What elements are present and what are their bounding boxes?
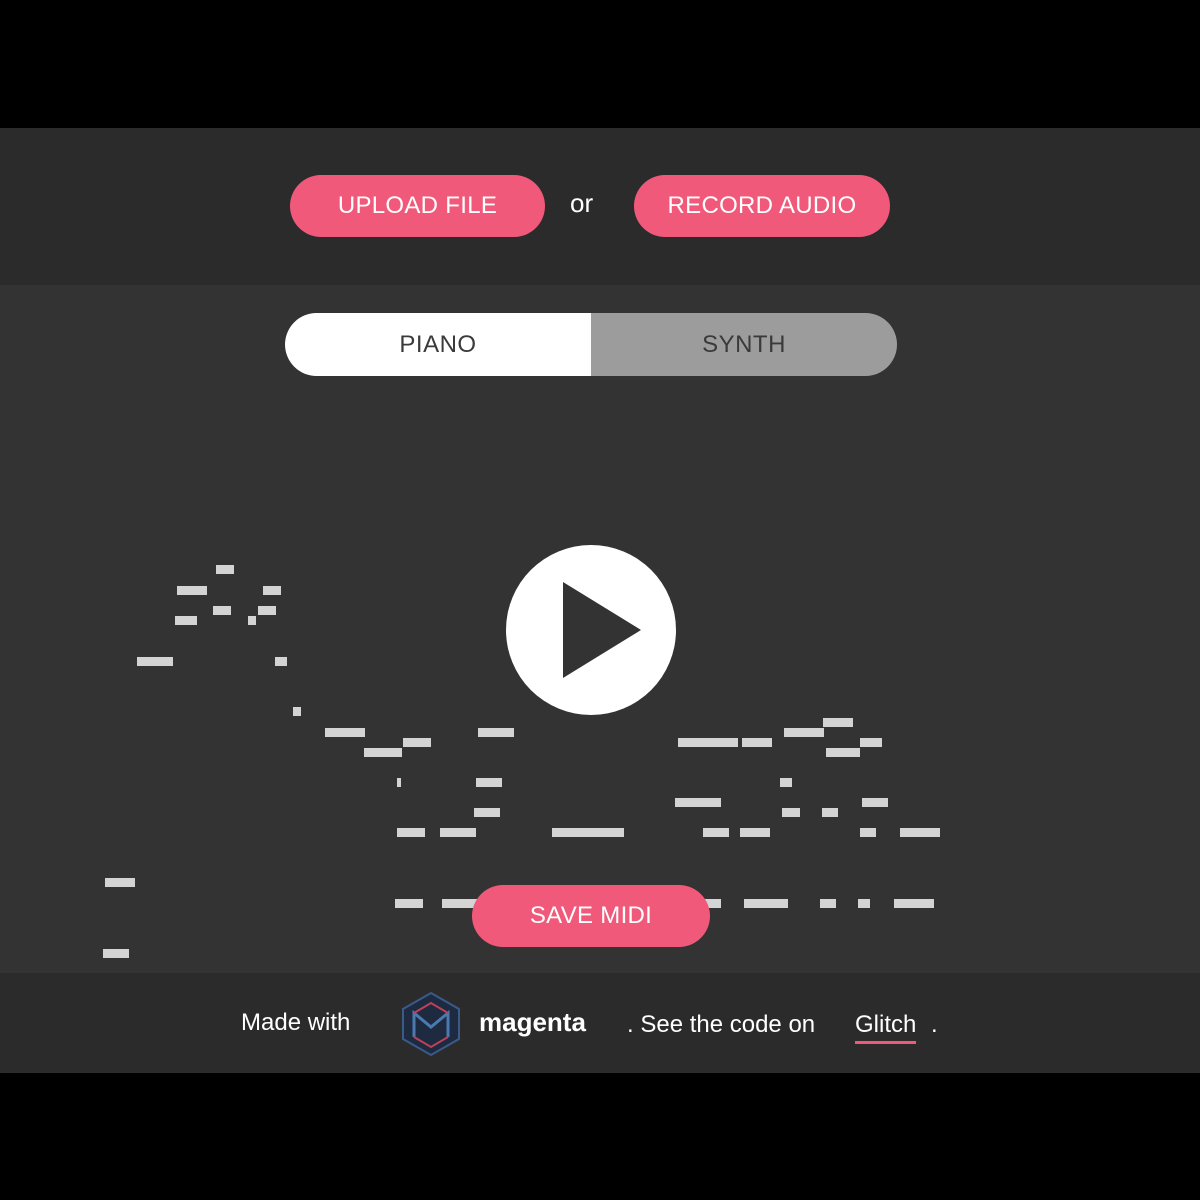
note-block bbox=[103, 949, 129, 958]
note-block bbox=[784, 728, 824, 737]
toggle-synth[interactable]: SYNTH bbox=[591, 313, 897, 376]
note-block bbox=[703, 828, 729, 837]
note-block bbox=[894, 899, 934, 908]
note-block bbox=[325, 728, 365, 737]
instrument-toggle[interactable]: PIANO SYNTH bbox=[285, 313, 897, 376]
magenta-brand: magenta bbox=[479, 1007, 586, 1037]
input-bar: UPLOAD FILE or RECORD AUDIO bbox=[0, 128, 1200, 285]
note-block bbox=[177, 586, 207, 595]
note-block bbox=[105, 878, 135, 887]
footer: Made with magenta . See the code on Glit… bbox=[0, 973, 1200, 1073]
note-block bbox=[478, 728, 514, 737]
note-block bbox=[820, 899, 836, 908]
note-block bbox=[263, 586, 281, 595]
note-block bbox=[780, 778, 792, 787]
note-block bbox=[782, 808, 800, 817]
note-block bbox=[474, 808, 500, 817]
magenta-logo-icon bbox=[402, 991, 460, 1057]
note-block bbox=[860, 828, 876, 837]
note-block bbox=[678, 738, 738, 747]
note-block bbox=[900, 828, 940, 837]
note-block bbox=[862, 798, 888, 807]
upload-file-button[interactable]: UPLOAD FILE bbox=[290, 175, 545, 237]
see-code-text: . See the code on bbox=[627, 1011, 816, 1038]
note-block bbox=[742, 738, 772, 747]
note-block bbox=[258, 606, 276, 615]
app-panel: UPLOAD FILE or RECORD AUDIO PIANO SYNTH … bbox=[0, 128, 1200, 1073]
note-block bbox=[744, 899, 788, 908]
note-block bbox=[137, 657, 173, 666]
footer-period: . bbox=[931, 1011, 938, 1038]
note-block bbox=[823, 718, 853, 727]
note-block bbox=[275, 657, 287, 666]
note-block bbox=[216, 565, 234, 574]
note-block bbox=[440, 828, 476, 837]
made-with-text: Made with bbox=[241, 1009, 351, 1036]
note-block bbox=[364, 748, 402, 757]
note-block bbox=[397, 828, 425, 837]
note-block bbox=[395, 899, 423, 908]
note-block bbox=[822, 808, 838, 817]
note-block bbox=[403, 738, 431, 747]
note-block bbox=[476, 778, 502, 787]
note-block bbox=[213, 606, 231, 615]
toggle-piano[interactable]: PIANO bbox=[285, 313, 591, 376]
note-block bbox=[293, 707, 301, 716]
note-block bbox=[675, 798, 721, 807]
record-audio-button[interactable]: RECORD AUDIO bbox=[634, 175, 890, 237]
note-block bbox=[740, 828, 770, 837]
note-block bbox=[248, 616, 256, 625]
or-label: or bbox=[570, 188, 594, 218]
play-icon bbox=[563, 582, 641, 678]
note-block bbox=[552, 828, 624, 837]
note-block bbox=[858, 899, 870, 908]
note-block bbox=[397, 778, 401, 787]
note-block bbox=[860, 738, 882, 747]
note-block bbox=[175, 616, 197, 625]
play-button[interactable] bbox=[506, 545, 676, 715]
glitch-link[interactable]: Glitch bbox=[855, 1011, 917, 1044]
save-midi-button[interactable]: SAVE MIDI bbox=[472, 885, 710, 947]
note-block bbox=[826, 748, 860, 757]
